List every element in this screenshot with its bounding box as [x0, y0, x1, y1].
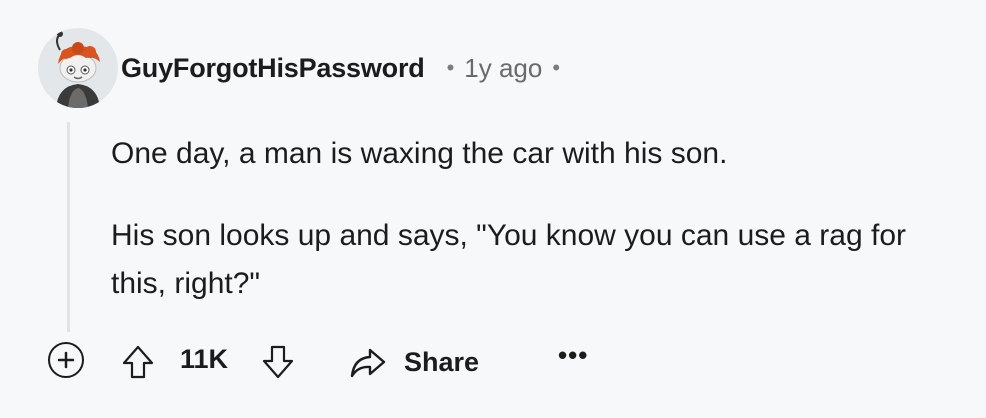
username-link[interactable]: GuyForgotHisPassword [121, 53, 425, 84]
comment-paragraph: His son looks up and says, "You know you… [111, 219, 906, 300]
meta-separator-trailing: • [552, 55, 561, 80]
arrow-up-icon [122, 345, 154, 379]
comment-meta: GuyForgotHisPassword • 1y ago • [121, 50, 560, 86]
thread-line[interactable] [67, 122, 70, 332]
arrow-down-icon [262, 345, 294, 379]
more-options-button[interactable]: ••• [558, 340, 588, 371]
share-label: Share [404, 346, 480, 377]
avatar-image [38, 28, 118, 108]
upvote-button[interactable] [118, 342, 158, 382]
downvote-button[interactable] [258, 342, 298, 382]
plus-icon [57, 351, 75, 369]
user-avatar[interactable] [38, 28, 118, 108]
expand-replies-button[interactable] [48, 342, 84, 378]
timestamp[interactable]: 1y ago [464, 53, 542, 84]
comment: GuyForgotHisPassword • 1y ago • One day,… [0, 0, 986, 418]
comment-actions: 11K Share ••• [48, 340, 648, 384]
vote-score: 11K [180, 344, 229, 374]
comment-paragraph: One day, a man is waxing the car with hi… [111, 137, 728, 170]
share-button[interactable]: Share [348, 342, 479, 382]
share-arrow-icon [350, 348, 386, 378]
meta-separator: • [446, 55, 455, 80]
comment-body: One day, a man is waxing the car with hi… [111, 130, 951, 342]
